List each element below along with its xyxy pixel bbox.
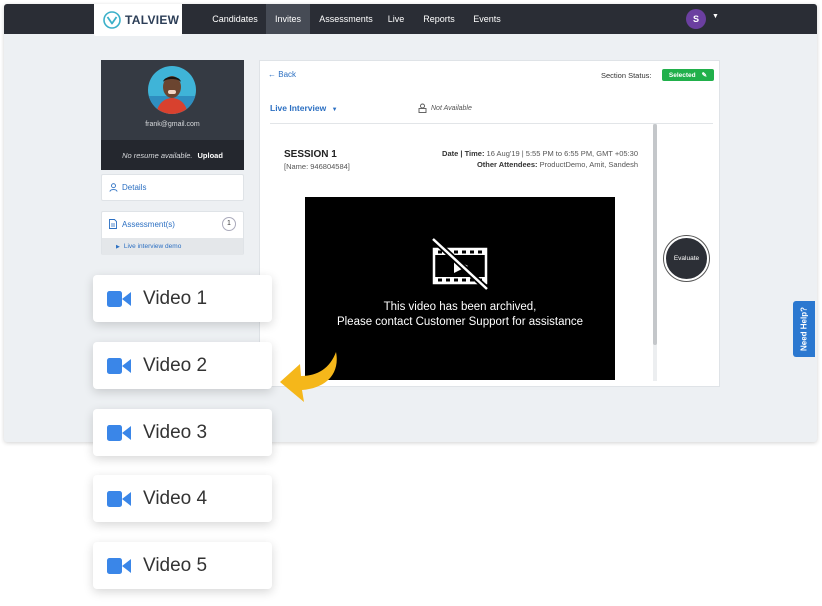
pencil-icon[interactable]: ✎ bbox=[702, 71, 707, 79]
video-camera-icon bbox=[107, 490, 131, 507]
video-card-1[interactable]: Video 1 bbox=[93, 275, 272, 322]
status-badge[interactable]: Selected ✎ bbox=[662, 69, 714, 81]
assessments-card: Assessment(s) 1 ▶ Live interview demo bbox=[101, 211, 244, 255]
availability-label: Not Available bbox=[431, 104, 472, 112]
video-card-4[interactable]: Video 4 bbox=[93, 475, 272, 522]
video-support-message: Please contact Customer Support for assi… bbox=[336, 316, 584, 328]
back-link[interactable]: ← Back bbox=[268, 70, 296, 79]
video-player[interactable]: This video has been archived, Please con… bbox=[305, 197, 615, 380]
assessment-item-label: Live interview demo bbox=[123, 243, 182, 250]
caret-right-icon: ▶ bbox=[116, 243, 120, 250]
page: TALVIEW Candidates Invites Assessments L… bbox=[0, 0, 822, 606]
status-badge-label: Selected bbox=[668, 71, 696, 79]
resume-bar: No resume available. Upload bbox=[101, 140, 244, 170]
date-value: 16 Aug'19 | 5:55 PM to 6:55 PM, GMT +05:… bbox=[486, 149, 638, 158]
assessments-label: Assessment(s) bbox=[122, 219, 175, 229]
availability-status: Not Available bbox=[418, 103, 472, 113]
video-archived-message: This video has been archived, bbox=[383, 301, 537, 313]
video-archived-icon bbox=[431, 237, 489, 291]
user-avatar[interactable]: S bbox=[686, 9, 706, 29]
talview-logo[interactable]: TALVIEW bbox=[94, 4, 182, 36]
video-card-2[interactable]: Video 2 bbox=[93, 342, 272, 389]
video-card-label: Video 2 bbox=[143, 354, 208, 376]
nav-events[interactable]: Events bbox=[470, 4, 504, 34]
nav-candidates[interactable]: Candidates bbox=[210, 4, 260, 34]
attendees-value: ProductDemo, Amit, Sandesh bbox=[539, 160, 638, 169]
assessments-count-badge: 1 bbox=[222, 217, 236, 231]
candidate-photo bbox=[148, 66, 196, 114]
date-label: Date | Time: bbox=[442, 149, 485, 158]
video-camera-icon bbox=[107, 290, 131, 307]
nav-invites[interactable]: Invites bbox=[266, 4, 310, 34]
candidate-profile-card: frank@gmail.com No resume available. Upl… bbox=[101, 60, 244, 170]
upload-resume-link[interactable]: Upload bbox=[198, 151, 223, 160]
section-status-label: Section Status: bbox=[601, 71, 652, 80]
video-card-3[interactable]: Video 3 bbox=[93, 409, 272, 456]
video-card-label: Video 5 bbox=[143, 554, 208, 576]
resume-status: No resume available. bbox=[122, 150, 193, 160]
session-title: SESSION 1 bbox=[284, 149, 337, 160]
assessments-header[interactable]: Assessment(s) 1 bbox=[102, 212, 243, 236]
assessment-item[interactable]: ▶ Live interview demo bbox=[102, 238, 243, 255]
session-datetime: Date | Time: 16 Aug'19 | 5:55 PM to 6:55… bbox=[442, 149, 638, 158]
video-camera-icon bbox=[107, 357, 131, 374]
back-label: Back bbox=[278, 70, 297, 79]
person-badge-icon bbox=[418, 103, 427, 113]
video-card-label: Video 1 bbox=[143, 287, 208, 309]
divider bbox=[270, 123, 713, 124]
video-camera-icon bbox=[107, 557, 131, 574]
chevron-down-icon[interactable]: ▼ bbox=[712, 13, 719, 20]
logo-text: TALVIEW bbox=[125, 13, 180, 27]
evaluate-button[interactable]: Evaluate bbox=[664, 236, 709, 281]
candidate-avatar bbox=[148, 66, 196, 114]
session-name: [Name: 946804584] bbox=[284, 162, 350, 171]
session-attendees: Other Attendees: ProductDemo, Amit, Sand… bbox=[477, 160, 638, 169]
nav-live[interactable]: Live bbox=[384, 4, 408, 34]
video-card-label: Video 3 bbox=[143, 421, 208, 443]
interview-type-dropdown[interactable]: Live Interview ▼ bbox=[270, 103, 338, 113]
need-help-label: Need Help? bbox=[799, 306, 809, 352]
video-card-label: Video 4 bbox=[143, 487, 208, 509]
interview-type-label: Live Interview bbox=[270, 103, 327, 113]
need-help-tab[interactable]: Need Help? bbox=[793, 301, 815, 357]
interview-panel: ← Back Section Status: Selected ✎ Live I… bbox=[259, 60, 720, 387]
details-label: Details bbox=[122, 183, 147, 192]
top-navigation: TALVIEW Candidates Invites Assessments L… bbox=[4, 4, 817, 36]
video-card-5[interactable]: Video 5 bbox=[93, 542, 272, 589]
candidate-email: frank@gmail.com bbox=[145, 121, 200, 128]
nav-reports[interactable]: Reports bbox=[420, 4, 458, 34]
scrollbar-thumb[interactable] bbox=[653, 124, 657, 345]
arrow-left-icon: ← bbox=[268, 70, 276, 79]
user-icon bbox=[109, 183, 118, 192]
nav-assessments[interactable]: Assessments bbox=[314, 4, 378, 34]
chevron-down-icon: ▼ bbox=[331, 107, 338, 113]
video-camera-icon bbox=[107, 424, 131, 441]
curved-arrow-icon bbox=[280, 352, 337, 402]
talview-logo-icon bbox=[103, 11, 121, 29]
details-link[interactable]: Details bbox=[101, 174, 244, 201]
document-icon bbox=[109, 219, 117, 229]
attendees-label: Other Attendees: bbox=[476, 160, 538, 169]
